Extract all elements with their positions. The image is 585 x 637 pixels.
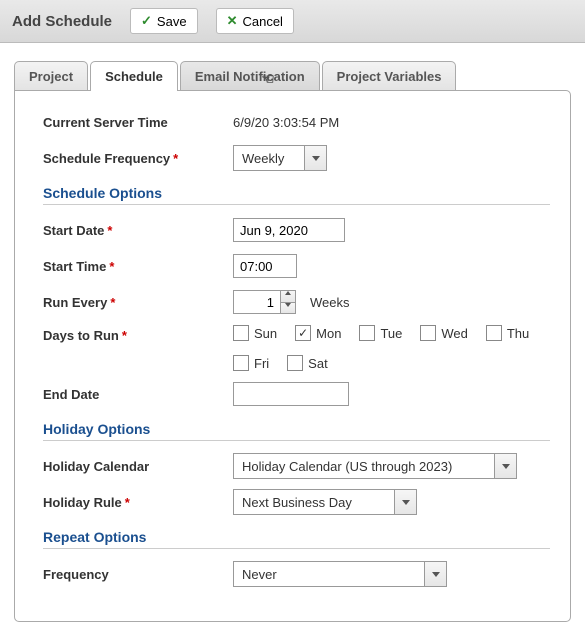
- tab-email-notification-label: Email Notification: [195, 69, 305, 84]
- server-time-label: Current Server Time: [43, 115, 233, 130]
- chevron-down-icon[interactable]: [494, 454, 516, 478]
- day-fri[interactable]: Fri: [233, 355, 269, 371]
- start-date-label: Start Date*: [43, 223, 233, 238]
- days-to-run-group: Sun ✓Mon Tue Wed Thu Fri Sat: [233, 325, 543, 371]
- chevron-down-icon[interactable]: [424, 562, 446, 586]
- day-sun[interactable]: Sun: [233, 325, 277, 341]
- repeat-frequency-select[interactable]: Never: [233, 561, 447, 587]
- chevron-down-icon[interactable]: [304, 146, 326, 170]
- checkbox-icon: [359, 325, 375, 341]
- checkbox-icon: [233, 355, 249, 371]
- holiday-rule-label: Holiday Rule*: [43, 495, 233, 510]
- checkbox-icon: [420, 325, 436, 341]
- save-label: Save: [157, 14, 187, 29]
- checkbox-icon: [486, 325, 502, 341]
- day-sat[interactable]: Sat: [287, 355, 328, 371]
- schedule-frequency-select[interactable]: Weekly: [233, 145, 327, 171]
- run-every-label: Run Every*: [43, 295, 233, 310]
- checkbox-icon: [233, 325, 249, 341]
- section-repeat-options: Repeat Options: [43, 529, 550, 549]
- holiday-rule-select[interactable]: Next Business Day: [233, 489, 417, 515]
- holiday-calendar-select[interactable]: Holiday Calendar (US through 2023): [233, 453, 517, 479]
- run-every-stepper[interactable]: [233, 290, 296, 314]
- holiday-calendar-value: Holiday Calendar (US through 2023): [234, 454, 494, 478]
- start-time-input[interactable]: [233, 254, 297, 278]
- end-date-input[interactable]: [233, 382, 349, 406]
- schedule-panel: Current Server Time 6/9/20 3:03:54 PM Sc…: [14, 90, 571, 622]
- page-title: Add Schedule: [12, 13, 112, 30]
- stepper-down-icon[interactable]: [281, 302, 295, 313]
- days-to-run-label: Days to Run*: [43, 325, 233, 343]
- server-time-value: 6/9/20 3:03:54 PM: [233, 115, 339, 130]
- end-date-label: End Date: [43, 387, 233, 402]
- tab-project-variables[interactable]: Project Variables: [322, 61, 457, 91]
- start-date-input[interactable]: [233, 218, 345, 242]
- repeat-frequency-value: Never: [234, 562, 424, 586]
- start-time-label: Start Time*: [43, 259, 233, 274]
- checkbox-checked-icon: ✓: [295, 325, 311, 341]
- day-mon[interactable]: ✓Mon: [295, 325, 341, 341]
- top-toolbar: Add Schedule ✓ Save ✕ Cancel: [0, 0, 585, 43]
- cancel-button[interactable]: ✕ Cancel: [216, 8, 294, 34]
- section-holiday-options: Holiday Options: [43, 421, 550, 441]
- section-schedule-options: Schedule Options: [43, 185, 550, 205]
- repeat-frequency-label: Frequency: [43, 567, 233, 582]
- save-button[interactable]: ✓ Save: [130, 8, 198, 34]
- run-every-unit: Weeks: [310, 295, 350, 310]
- day-thu[interactable]: Thu: [486, 325, 529, 341]
- stepper-up-icon[interactable]: [281, 291, 295, 302]
- holiday-calendar-label: Holiday Calendar: [43, 459, 233, 474]
- day-wed[interactable]: Wed: [420, 325, 468, 341]
- tab-schedule[interactable]: Schedule: [90, 61, 178, 91]
- close-icon: ✕: [227, 13, 238, 29]
- tab-project[interactable]: Project: [14, 61, 88, 91]
- schedule-frequency-label: Schedule Frequency*: [43, 151, 233, 166]
- tab-bar: Project Schedule Email Notification ☜ Pr…: [0, 43, 585, 91]
- holiday-rule-value: Next Business Day: [234, 490, 394, 514]
- cancel-label: Cancel: [242, 14, 282, 29]
- schedule-frequency-value: Weekly: [234, 146, 304, 170]
- chevron-down-icon[interactable]: [394, 490, 416, 514]
- run-every-input[interactable]: [233, 290, 281, 314]
- checkmark-icon: ✓: [141, 13, 152, 29]
- checkbox-icon: [287, 355, 303, 371]
- tab-email-notification[interactable]: Email Notification ☜: [180, 61, 320, 91]
- day-tue[interactable]: Tue: [359, 325, 402, 341]
